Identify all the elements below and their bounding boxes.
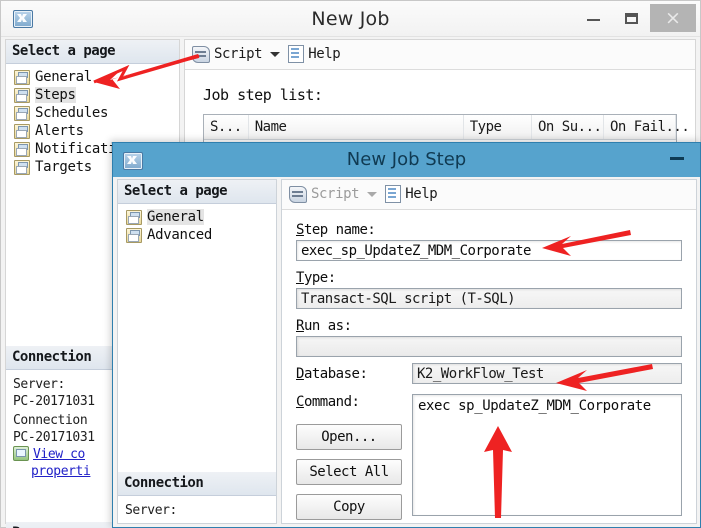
- grid-col-name[interactable]: Name: [249, 115, 464, 139]
- connection-section: Connection Server:: [118, 472, 276, 525]
- command-label: Command:: [296, 394, 360, 410]
- run-as-select[interactable]: [296, 336, 682, 357]
- sidebar-item-general[interactable]: General: [6, 68, 179, 86]
- open-button[interactable]: Open...: [296, 424, 402, 450]
- database-label: Database:: [296, 365, 368, 382]
- sidebar-item-label: General: [147, 209, 204, 225]
- select-all-button[interactable]: Select All: [296, 459, 402, 485]
- script-icon: [289, 185, 307, 203]
- new-job-step-title: New Job Step: [346, 149, 467, 170]
- connection-details: Server:: [118, 496, 276, 525]
- sidebar-item-label: Steps: [35, 87, 76, 103]
- sidebar-item-steps[interactable]: Steps: [6, 86, 179, 104]
- sidebar-item-alerts[interactable]: Alerts: [6, 122, 179, 140]
- script-label: Script: [214, 46, 263, 62]
- step-name-label-text: tep name:: [303, 222, 376, 238]
- sidebar-item-advanced[interactable]: Advanced: [118, 226, 276, 244]
- chevron-down-icon[interactable]: [367, 191, 378, 197]
- link-line-2: properti: [31, 464, 91, 479]
- new-job-toolbar: Script Help: [185, 40, 695, 70]
- new-job-step-titlebar: New Job Step: [113, 143, 700, 177]
- page-list: General Advanced: [118, 204, 276, 244]
- sidebar-item-general[interactable]: General: [118, 208, 276, 226]
- select-a-page-header: Select a page: [118, 180, 276, 204]
- maximize-button[interactable]: [612, 4, 650, 32]
- close-button[interactable]: ×: [650, 4, 696, 32]
- page-icon: [14, 141, 30, 157]
- command-textarea[interactable]: exec sp_UpdateZ_MDM_Corporate: [412, 394, 682, 516]
- new-job-step-window: New Job Step Select a page General Advan…: [112, 142, 701, 528]
- script-button[interactable]: Script: [289, 185, 360, 203]
- sidebar-item-label: Alerts: [35, 123, 84, 139]
- connection-header: Connection: [118, 472, 276, 496]
- grid-col-step-id[interactable]: S...: [204, 115, 249, 139]
- step-name-input[interactable]: exec_sp_UpdateZ_MDM_Corporate: [296, 240, 682, 261]
- script-icon: [192, 45, 210, 63]
- help-button[interactable]: Help: [385, 185, 438, 203]
- grid-col-on-failure[interactable]: On Fail...: [604, 115, 690, 139]
- general-page-form: Step name: exec_sp_UpdateZ_MDM_Corporate…: [282, 210, 696, 523]
- new-job-titlebar: New Job ×: [1, 1, 700, 37]
- run-as-label-text: un as:: [303, 318, 352, 334]
- job-step-list-label: Job step list:: [203, 86, 323, 104]
- grid-col-on-success[interactable]: On Su...: [532, 115, 604, 139]
- minimize-button[interactable]: [574, 4, 612, 32]
- command-row: Command: Open... Select All Copy exec sp…: [296, 394, 682, 523]
- sidebar-item-label: Advanced: [147, 227, 213, 243]
- maximize-icon: [625, 13, 638, 24]
- sidebar-item-label: General: [35, 69, 92, 85]
- step-name-label: Step name:: [296, 222, 376, 238]
- help-icon: [385, 185, 402, 203]
- select-a-page-header: Select a page: [6, 40, 179, 64]
- new-job-step-toolbar: Script Help: [282, 180, 696, 210]
- page-icon: [126, 209, 142, 225]
- new-job-step-left-panel: Select a page General Advanced Connectio…: [117, 179, 277, 524]
- minimize-icon: [587, 19, 600, 21]
- command-label-text: ommand:: [303, 394, 360, 410]
- script-button[interactable]: Script: [192, 45, 263, 63]
- sidebar-item-schedules[interactable]: Schedules: [6, 104, 179, 122]
- link-line-1: View co: [33, 447, 85, 462]
- sidebar-item-label: Schedules: [35, 105, 109, 121]
- page-icon: [14, 123, 30, 139]
- sidebar-item-label: Targets: [35, 159, 92, 175]
- page-icon: [14, 105, 30, 121]
- chevron-down-icon[interactable]: [270, 51, 281, 57]
- database-label-text: atabase:: [303, 365, 368, 382]
- type-label: Type:: [296, 270, 336, 286]
- grid-header-row: S... Name Type On Su... On Fail...: [204, 115, 690, 140]
- page-icon: [14, 159, 30, 175]
- help-icon: [288, 45, 305, 63]
- close-icon: ×: [665, 7, 681, 29]
- new-job-step-content: Script Help Step name: exec_sp_UpdateZ_M…: [281, 179, 697, 524]
- type-label-text: ype:: [303, 270, 336, 286]
- connection-properties-icon: [13, 446, 29, 461]
- screenshot-root: New Job × Select a page General Steps Sc…: [0, 0, 701, 528]
- copy-button[interactable]: Copy: [296, 494, 402, 520]
- new-job-window-controls: ×: [574, 3, 696, 33]
- page-icon: [14, 87, 30, 103]
- help-label: Help: [405, 186, 438, 202]
- help-button[interactable]: Help: [288, 45, 341, 63]
- database-row: Database: K2_WorkFlow_Test: [296, 363, 682, 384]
- run-as-label: Run as:: [296, 318, 352, 334]
- grid-col-type[interactable]: Type: [464, 115, 532, 139]
- script-label: Script: [311, 186, 360, 202]
- type-select[interactable]: Transact-SQL script (T-SQL): [296, 288, 682, 309]
- minimize-icon[interactable]: [670, 157, 684, 160]
- server-label: Server:: [125, 503, 177, 518]
- page-icon: [126, 227, 142, 243]
- command-left-column: Command: Open... Select All Copy: [296, 394, 402, 523]
- database-select[interactable]: K2_WorkFlow_Test: [412, 363, 682, 384]
- help-label: Help: [308, 46, 341, 62]
- page-icon: [14, 69, 30, 85]
